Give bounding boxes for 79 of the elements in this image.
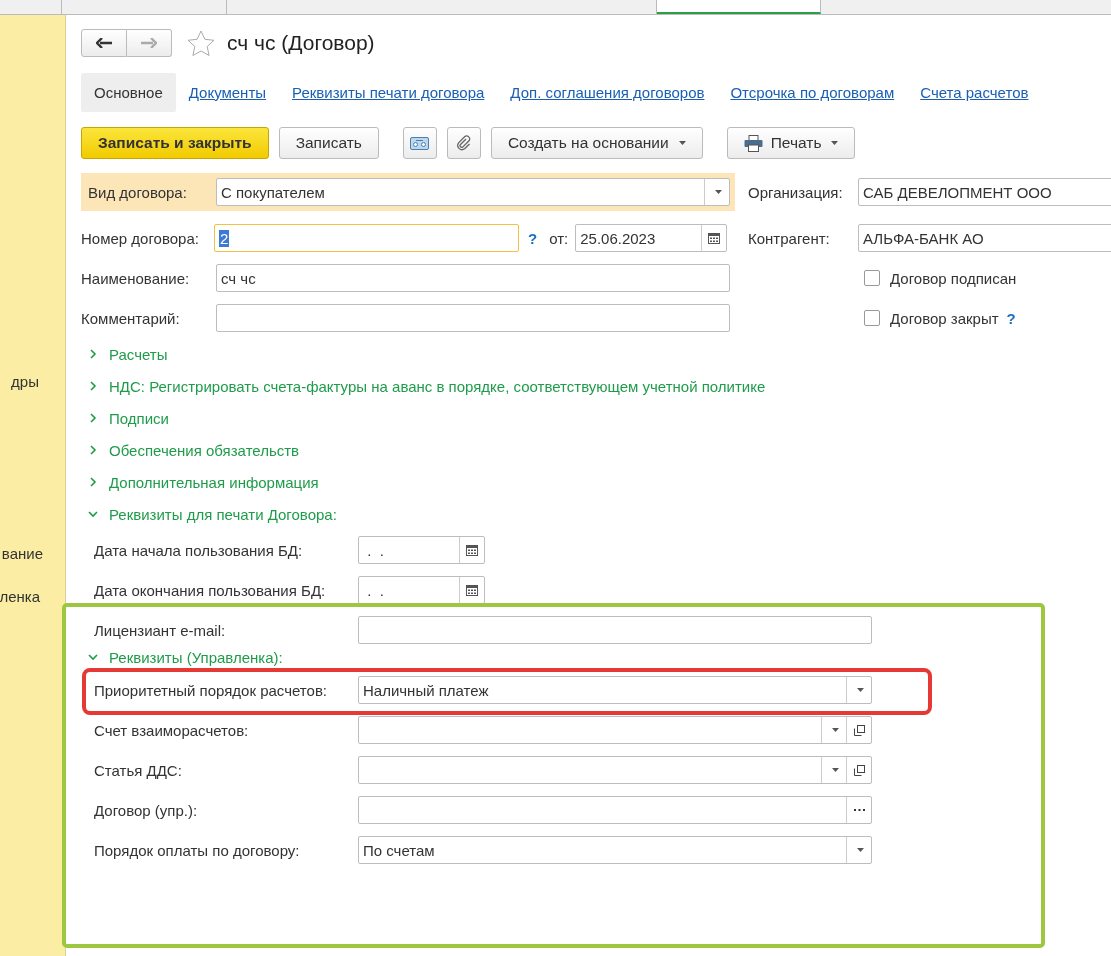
- right-arrow-icon: [141, 38, 157, 48]
- dropdown-field[interactable]: [358, 756, 872, 784]
- section-header[interactable]: Реквизиты для печати Договора:: [109, 505, 337, 523]
- dropdown-field[interactable]: [358, 716, 872, 744]
- checkbox[interactable]: [864, 310, 880, 326]
- field-label: Счет взаиморасчетов:: [94, 721, 250, 739]
- caret-icon: [831, 728, 839, 732]
- open-icon: [853, 764, 865, 776]
- calendar-icon: [708, 232, 721, 244]
- tab[interactable]: Основное: [81, 72, 176, 112]
- window-tab[interactable]: [657, 0, 821, 14]
- section-header[interactable]: Подписи: [109, 409, 169, 427]
- input-field[interactable]: сч чс: [216, 264, 730, 292]
- field-label: Лицензиант e-mail:: [94, 621, 227, 639]
- caret-icon: [856, 688, 864, 692]
- field-label: Вид договора:: [88, 183, 188, 201]
- field-label: Дата начала пользования БД:: [94, 541, 304, 559]
- caret-icon: [714, 190, 722, 194]
- back-button[interactable]: [81, 29, 127, 57]
- input-field[interactable]: [358, 616, 872, 644]
- save-and-close-button[interactable]: Записать и закрыть: [81, 127, 269, 159]
- field-label: Статья ДДС:: [94, 761, 183, 779]
- section-header[interactable]: НДС: Регистрировать счета-фактуры на аванс в порядке, соответствующем учетной политике: [109, 377, 766, 395]
- field-label: Номер договора:: [81, 229, 200, 247]
- choice-field[interactable]: [358, 796, 872, 824]
- checkbox[interactable]: [864, 270, 880, 286]
- sidebar-item[interactable]: дры: [11, 373, 39, 390]
- section-header[interactable]: Расчеты: [109, 345, 168, 363]
- field-label: Комментарий:: [81, 309, 181, 327]
- cassette-icon: [410, 136, 430, 150]
- field-label: от:: [549, 229, 569, 247]
- sidebar-item[interactable]: ленка: [0, 588, 40, 605]
- field-label: Организация:: [748, 183, 844, 201]
- caret-icon: [831, 141, 839, 145]
- field-label: Наименование:: [81, 269, 191, 287]
- create-based-on-button[interactable]: Создать на основании: [490, 127, 703, 159]
- field-label: Порядок оплаты по договору:: [94, 841, 301, 859]
- cassette-button[interactable]: [402, 127, 437, 159]
- field-label: Договор (упр.):: [94, 801, 199, 819]
- input-field[interactable]: САБ ДЕВЕЛОПМЕНТ ООО: [858, 178, 1111, 206]
- save-button[interactable]: Записать: [278, 127, 379, 159]
- dropdown-field[interactable]: По счетам: [358, 836, 872, 864]
- star-icon[interactable]: [187, 29, 215, 57]
- paperclip-icon: [456, 135, 471, 151]
- tab-link[interactable]: Документы: [175, 72, 280, 112]
- dropdown-field[interactable]: С покупателем: [216, 178, 730, 206]
- printer-icon: [743, 134, 763, 152]
- left-arrow-icon: [96, 38, 112, 48]
- field-label: Контрагент:: [748, 229, 831, 247]
- checkbox-label: Договор закрыт: [890, 309, 999, 327]
- tab-link[interactable]: Отсрочка по договорам: [717, 72, 908, 112]
- calendar-icon: [466, 584, 478, 596]
- field-label: Приоритетный порядок расчетов:: [94, 681, 329, 699]
- section-header[interactable]: Реквизиты (Управленка):: [109, 648, 283, 666]
- input-field[interactable]: АЛЬФА-БАНК АО: [858, 224, 1111, 252]
- section-header[interactable]: Обеспечения обязательств: [109, 441, 300, 459]
- comment-field[interactable]: [216, 304, 730, 332]
- dropdown-field[interactable]: Наличный платеж: [358, 676, 872, 704]
- tab-link[interactable]: Счета расчетов: [907, 72, 1042, 112]
- caret-icon: [831, 768, 839, 772]
- field-label: Дата окончания пользования БД:: [94, 581, 327, 599]
- date-field[interactable]: . .: [358, 536, 485, 564]
- input-field[interactable]: 2: [214, 224, 519, 252]
- tab-link[interactable]: Реквизиты печати договора: [279, 72, 498, 112]
- checkbox-label: Договор подписан: [890, 269, 1017, 287]
- help-link[interactable]: ?: [1006, 309, 1016, 327]
- window-title: сч чс (Договор): [227, 31, 375, 55]
- calendar-icon: [466, 544, 478, 556]
- caret-icon: [856, 848, 864, 852]
- caret-icon: [678, 141, 686, 145]
- attach-button[interactable]: [446, 127, 481, 159]
- tab-link[interactable]: Доп. соглашения договоров: [497, 72, 718, 112]
- date-field[interactable]: . .: [358, 576, 485, 604]
- section-header[interactable]: Дополнительная информация: [109, 473, 319, 491]
- date-field[interactable]: 25.06.2023: [575, 224, 728, 252]
- sidebar-item[interactable]: вание: [1, 545, 43, 562]
- help-link[interactable]: ?: [528, 229, 538, 247]
- open-icon: [853, 724, 865, 736]
- print-button[interactable]: Печать: [726, 127, 856, 159]
